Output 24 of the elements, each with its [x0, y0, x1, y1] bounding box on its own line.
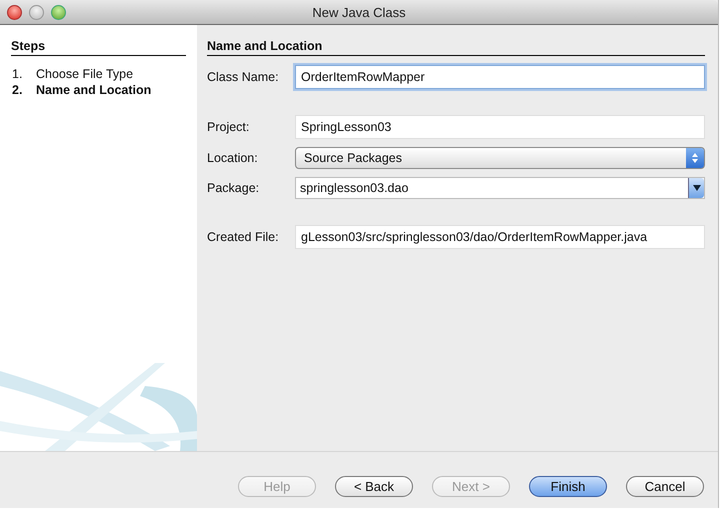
text-field[interactable]: OrderItemRowMapper — [295, 65, 705, 89]
field-label: Project: — [207, 120, 250, 134]
field-label: Package: — [207, 181, 260, 195]
window-title: New Java Class — [312, 4, 406, 20]
step-label[interactable]: Choose File Type — [36, 66, 134, 82]
field-label: Location: — [207, 151, 259, 165]
package-combobox[interactable]: springlesson03.dao — [295, 177, 705, 199]
dialog-button[interactable]: Cancel — [626, 476, 704, 496]
location-dropdown[interactable]: Source Packages — [295, 147, 705, 169]
step-number: 1. — [12, 66, 24, 82]
text-field[interactable]: SpringLesson03 — [295, 115, 705, 139]
step-label[interactable]: Name and Location — [36, 82, 152, 98]
dialog-button[interactable]: Finish — [529, 476, 607, 496]
step-number: 2. — [12, 82, 24, 98]
minimize-button[interactable] — [29, 5, 44, 20]
field-label: Class Name: — [207, 70, 280, 84]
stepper-arrows-icon — [686, 148, 704, 168]
text-field[interactable]: gLesson03/src/springlesson03/dao/OrderItemRowMapper.java — [295, 225, 705, 249]
dialog-button[interactable]: < Back — [335, 476, 413, 496]
section-heading: Name and Location — [207, 39, 705, 56]
zoom-button[interactable] — [51, 5, 66, 20]
close-button[interactable] — [7, 5, 22, 20]
steps-heading: Steps — [11, 39, 186, 56]
field-label: Created File: — [207, 230, 280, 244]
